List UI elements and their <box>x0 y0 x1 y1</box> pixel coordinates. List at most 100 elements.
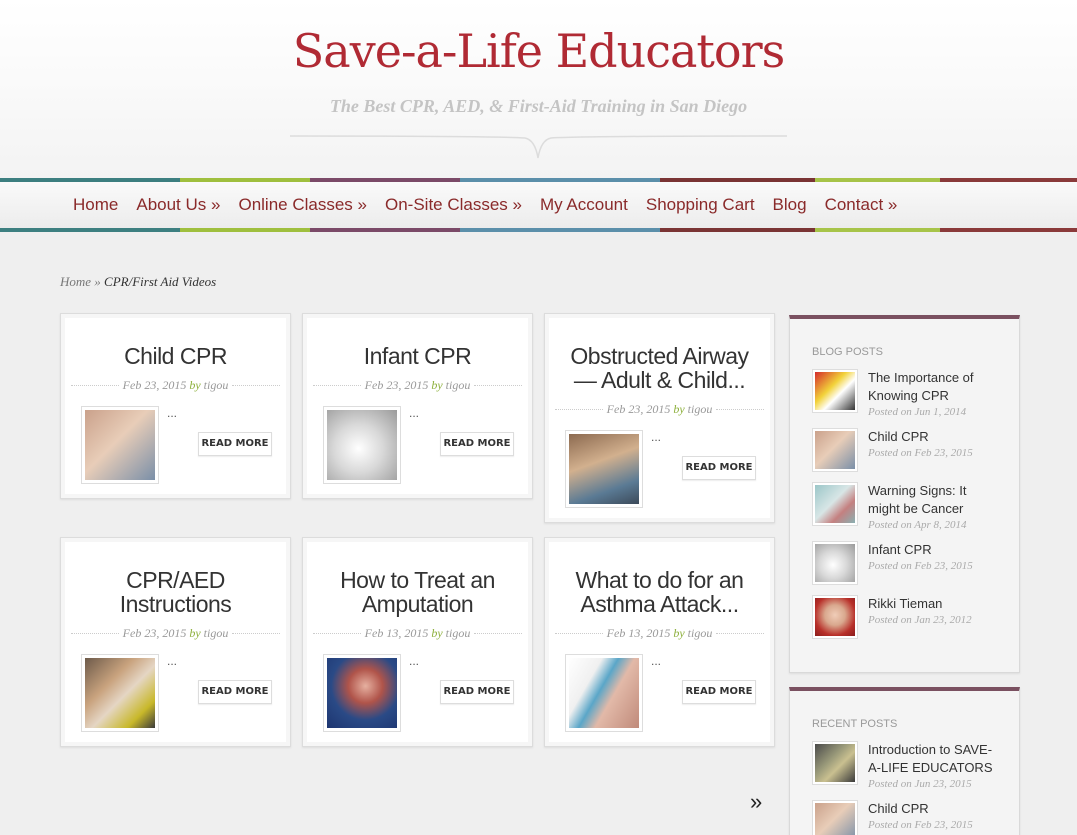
post-date: Feb 13, 2015 <box>364 625 429 640</box>
post-author[interactable]: tigou <box>446 626 471 640</box>
nav-contact[interactable]: Contact » <box>816 195 907 215</box>
post-by: by <box>431 377 443 392</box>
read-more-button[interactable]: READ MORE <box>440 432 514 456</box>
site-header: Save-a-Life Educators The Best CPR, AED,… <box>0 0 1077 178</box>
post-author[interactable]: tigou <box>204 626 229 640</box>
post-title[interactable]: How to Treat an Amputation <box>311 568 524 616</box>
widget-post-thumbnail[interactable] <box>812 595 858 639</box>
widget-post-date: Posted on Feb 23, 2015 <box>868 447 973 459</box>
nav-shopping-cart[interactable]: Shopping Cart <box>637 195 764 215</box>
post-excerpt: ... <box>167 406 178 420</box>
widget-post-title[interactable]: Child CPR <box>868 428 1008 446</box>
widget-post-title[interactable]: Child CPR <box>868 800 1008 818</box>
post-title-line-2: Amputation <box>361 591 474 617</box>
widget-post-item[interactable]: Warning Signs: It might be Cancer Posted… <box>812 482 1012 531</box>
post-author[interactable]: tigou <box>688 626 713 640</box>
widget-post-item[interactable]: Child CPR Posted on Feb 23, 2015 <box>812 428 1012 474</box>
post-card: Infant CPR Feb 23, 2015 by tigou ... REA… <box>302 313 533 499</box>
widget-post-date: Posted on Feb 23, 2015 <box>868 560 973 572</box>
read-more-button[interactable]: READ MORE <box>682 456 756 480</box>
widget-post-item[interactable]: Introduction to SAVE- A-LIFE EDUCATORS P… <box>812 741 1012 790</box>
post-meta: Feb 13, 2015 by tigou <box>555 625 764 641</box>
widget-post-date: Posted on Apr 8, 2014 <box>868 519 967 531</box>
post-title-line-1: How to Treat an <box>340 567 495 593</box>
post-meta: Feb 23, 2015 by tigou <box>313 377 522 393</box>
post-thumbnail[interactable] <box>323 406 401 484</box>
widget-post-thumbnail[interactable] <box>812 369 858 413</box>
widget-post-thumbnail[interactable] <box>812 800 858 835</box>
post-title-line-2: — Adult & Child... <box>573 367 746 393</box>
post-card: How to Treat an Amputation Feb 13, 2015 … <box>302 537 533 747</box>
widget-post-thumbnail[interactable] <box>812 428 858 472</box>
post-thumbnail[interactable] <box>323 654 401 732</box>
read-more-button[interactable]: READ MORE <box>198 680 272 704</box>
post-author[interactable]: tigou <box>688 402 713 416</box>
site-tagline: The Best CPR, AED, & First-Aid Training … <box>329 96 748 116</box>
post-meta: Feb 23, 2015 by tigou <box>71 625 280 641</box>
post-card: CPR/AED Instructions Feb 23, 2015 by tig… <box>60 537 291 747</box>
post-card: Child CPR Feb 23, 2015 by tigou ... READ… <box>60 313 291 499</box>
recent-posts-widget: RECENT POSTS Introduction to SAVE- A-LIF… <box>789 687 1020 835</box>
nav-home[interactable]: Home <box>64 195 127 215</box>
post-title-line-2: Instructions <box>119 591 232 617</box>
read-more-button[interactable]: READ MORE <box>440 680 514 704</box>
post-excerpt: ... <box>651 654 662 668</box>
widget-post-title[interactable]: Rikki Tieman <box>868 595 1008 613</box>
read-more-button[interactable]: READ MORE <box>682 680 756 704</box>
nav-bottom-stripe <box>0 228 1077 232</box>
post-title-line-2: Asthma Attack... <box>580 591 739 617</box>
widget-post-title-line-2: Knowing CPR <box>868 388 949 403</box>
post-card: Obstructed Airway — Adult & Child... Feb… <box>544 313 775 523</box>
post-excerpt: ... <box>409 406 420 420</box>
post-title-line-1: Obstructed Airway <box>570 343 749 369</box>
widget-post-date: Posted on Jun 23, 2015 <box>868 778 972 790</box>
post-title[interactable]: What to do for an Asthma Attack... <box>553 568 766 616</box>
widget-post-title-line-2: A-LIFE EDUCATORS <box>868 760 993 775</box>
blog-posts-widget: BLOG POSTS The Importance of Knowing CPR… <box>789 315 1020 673</box>
post-title[interactable]: Child CPR <box>69 344 282 368</box>
read-more-button[interactable]: READ MORE <box>198 432 272 456</box>
post-author[interactable]: tigou <box>204 378 229 392</box>
breadcrumb-home-link[interactable]: Home <box>60 274 91 289</box>
breadcrumb-current: CPR/First Aid Videos <box>104 274 217 289</box>
widget-post-title[interactable]: Warning Signs: It might be Cancer <box>868 482 1008 518</box>
widget-post-item[interactable]: Child CPR Posted on Feb 23, 2015 <box>812 800 1012 835</box>
post-by: by <box>431 625 443 640</box>
post-thumbnail[interactable] <box>81 406 159 484</box>
nav-on-site-classes[interactable]: On-Site Classes » <box>376 195 531 215</box>
widget-post-title[interactable]: Infant CPR <box>868 541 1008 559</box>
widget-post-title[interactable]: Introduction to SAVE- A-LIFE EDUCATORS <box>868 741 1008 777</box>
nav-my-account[interactable]: My Account <box>531 195 637 215</box>
widget-post-thumbnail[interactable] <box>812 482 858 526</box>
post-author[interactable]: tigou <box>446 378 471 392</box>
site-title[interactable]: Save-a-Life Educators <box>0 24 1077 78</box>
post-title[interactable]: Obstructed Airway — Adult & Child... <box>553 344 766 392</box>
post-meta: Feb 23, 2015 by tigou <box>71 377 280 393</box>
nav-blog[interactable]: Blog <box>764 195 816 215</box>
post-excerpt: ... <box>651 430 662 444</box>
widget-post-item[interactable]: Infant CPR Posted on Feb 23, 2015 <box>812 541 1012 587</box>
post-thumbnail[interactable] <box>81 654 159 732</box>
widget-title: RECENT POSTS <box>812 718 898 730</box>
widget-post-title-line-1: The Importance of <box>868 370 974 385</box>
post-meta: Feb 23, 2015 by tigou <box>555 401 764 417</box>
post-card: What to do for an Asthma Attack... Feb 1… <box>544 537 775 747</box>
next-page-link[interactable]: » <box>750 789 762 815</box>
nav-about-us[interactable]: About Us » <box>127 195 229 215</box>
post-title-line-1: CPR/AED <box>126 567 225 593</box>
widget-post-title[interactable]: The Importance of Knowing CPR <box>868 369 1008 405</box>
widget-post-thumbnail[interactable] <box>812 541 858 585</box>
widget-post-thumbnail[interactable] <box>812 741 858 785</box>
post-title[interactable]: CPR/AED Instructions <box>69 568 282 616</box>
header-divider-ornament <box>290 135 787 159</box>
widget-post-item[interactable]: Rikki Tieman Posted on Jan 23, 2012 <box>812 595 1012 641</box>
nav-online-classes[interactable]: Online Classes » <box>229 195 376 215</box>
breadcrumb-separator: » <box>94 274 101 289</box>
post-title[interactable]: Infant CPR <box>311 344 524 368</box>
widget-post-item[interactable]: The Importance of Knowing CPR Posted on … <box>812 369 1012 418</box>
post-thumbnail[interactable] <box>565 430 643 508</box>
post-excerpt: ... <box>409 654 420 668</box>
post-thumbnail[interactable] <box>565 654 643 732</box>
main-navigation: Home About Us » Online Classes » On-Site… <box>0 182 1077 228</box>
post-date: Feb 13, 2015 <box>606 625 671 640</box>
